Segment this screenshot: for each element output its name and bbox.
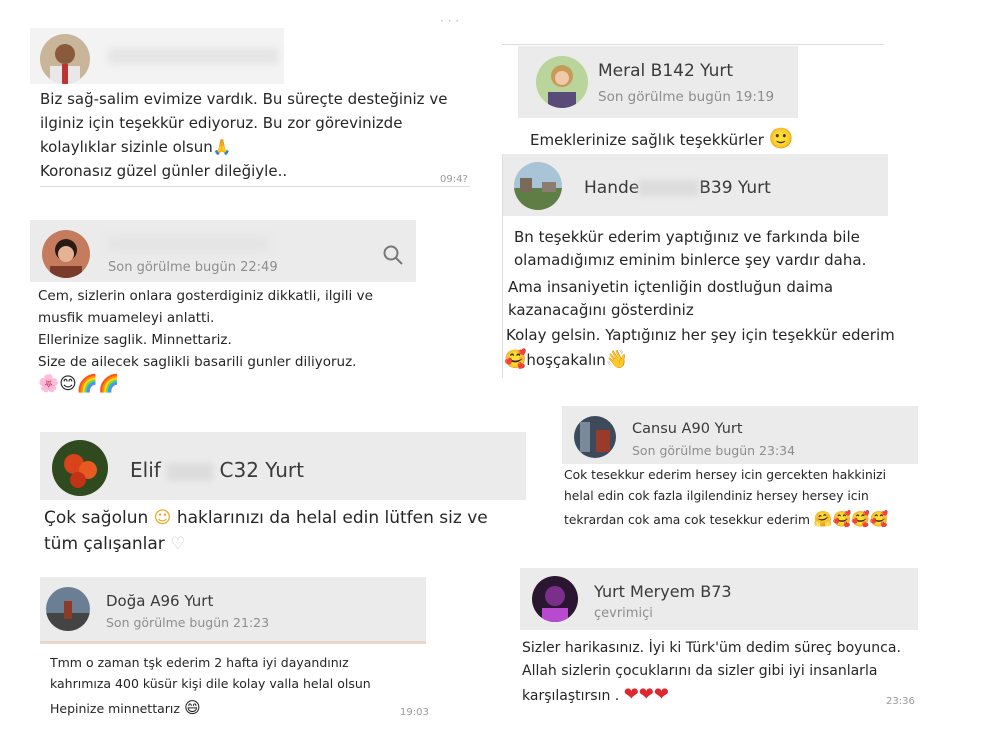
chat-screenshot-5: Meral B142 Yurt Son görülme bugün 19:19 … bbox=[502, 44, 884, 154]
contact-first-name: Elif bbox=[130, 458, 161, 482]
white-heart-emoji: ♡ bbox=[170, 534, 186, 554]
message-line: Sizler harikasınız. İyi ki Türk'üm dedim… bbox=[522, 640, 901, 656]
header-underline bbox=[40, 641, 426, 644]
last-seen-status: Son görülme bugün 23:34 bbox=[632, 443, 796, 458]
waving-hand-emoji: 👋 bbox=[605, 349, 629, 370]
contact-name: Yurt Meryem B73 bbox=[594, 582, 732, 601]
message-line: Ellerinize saglik. Minnettariz. bbox=[38, 332, 232, 348]
message-text: kolaylıklar sizinle olsun bbox=[40, 138, 213, 156]
message-line: Tmm o zaman tşk ederim 2 hafta iyi dayan… bbox=[50, 655, 349, 670]
message-line: Kolay gelsin. Yaptığınız her şey için te… bbox=[506, 326, 895, 344]
message-text: haklarınızı da helal edin lütfen siz ve bbox=[176, 508, 488, 528]
message-time: 19:03 bbox=[400, 707, 429, 718]
avatar[interactable] bbox=[46, 587, 90, 631]
contact-name: Meral B142 Yurt bbox=[598, 61, 734, 81]
message-line: Cem, sizlerin onlara gosterdiginiz dikka… bbox=[38, 288, 373, 304]
message-line: olamadığımız eminim binlerce şey vardır … bbox=[514, 251, 867, 269]
praying-hands-emoji: 🙏 bbox=[212, 138, 232, 156]
left-border bbox=[502, 154, 503, 378]
message-line: helal edin cok fazla ilgilendiniz hersey… bbox=[564, 489, 869, 503]
emoji-row: 🌸😊🌈🌈 bbox=[38, 374, 120, 394]
message-line: Çok sağolun ☺ haklarınızı da helal edin … bbox=[44, 508, 488, 528]
divider bbox=[40, 186, 470, 187]
online-status: çevrimiçi bbox=[594, 606, 653, 621]
message-line: Size de ailecek saglikli basarili gunler… bbox=[38, 354, 357, 370]
message-text: Çok sağolun bbox=[44, 508, 149, 528]
message-line: 🥰hoşçakalın👋 bbox=[504, 349, 628, 370]
message-text: tekrardan cok ama cok tesekkur ederim bbox=[564, 513, 810, 527]
message-text: Emeklerinize sağlık teşekkürler bbox=[530, 131, 764, 149]
last-seen-status: Son görülme bugün 19:19 bbox=[598, 89, 775, 105]
message-line: Ama insaniyetin içtenliğin dostluğun dai… bbox=[508, 278, 834, 296]
redacted-surname bbox=[167, 462, 214, 481]
smiling-face-with-hearts-emoji: 🥰 bbox=[504, 349, 527, 370]
avatar[interactable] bbox=[40, 34, 90, 84]
message-line: tüm çalışanlar ♡ bbox=[44, 534, 185, 554]
contact-name: Elif C32 Yurt bbox=[130, 458, 304, 482]
message-line: Allah sizlerin çocuklarını da sizler gib… bbox=[522, 663, 878, 679]
hugging-face-emoji-row: 🤗🥰🥰🥰 bbox=[813, 510, 889, 528]
chat-screenshot-1: Biz sağ-salim evimize vardık. Bu süreçte… bbox=[30, 28, 470, 188]
chat-screenshot-3: Elif C32 Yurt Çok sağolun ☺ haklarınızı … bbox=[40, 430, 532, 562]
contact-first-name: Hande bbox=[584, 178, 640, 198]
avatar[interactable] bbox=[536, 56, 588, 108]
chat-screenshot-7: Cansu A90 Yurt Son görülme bugün 23:34 C… bbox=[562, 406, 920, 534]
top-border bbox=[502, 44, 884, 45]
smiling-face-emoji: ☺ bbox=[153, 508, 172, 528]
message-line: Hepinize minnettarız 😄 bbox=[50, 698, 201, 717]
last-seen-status: Son görülme bugün 22:49 bbox=[108, 260, 278, 275]
message-line: kazanacağını gösterdiniz bbox=[508, 301, 694, 319]
redacted-phone bbox=[108, 48, 278, 64]
chat-screenshot-8: Yurt Meryem B73 çevrimiçi Sizler harikas… bbox=[520, 568, 920, 718]
message-line: kahrımıza 400 küsür kişi dile kolay vall… bbox=[50, 676, 371, 691]
message-line: ilginiz için teşekkür ediyoruz. Bu zor g… bbox=[40, 114, 403, 132]
message-time: 09:4? bbox=[440, 174, 468, 185]
message-text: tüm çalışanlar bbox=[44, 534, 165, 554]
contact-name: Doğa A96 Yurt bbox=[106, 592, 214, 610]
contact-name: Cansu A90 Yurt bbox=[632, 421, 743, 437]
chat-header bbox=[40, 577, 426, 643]
redacted-phone bbox=[108, 236, 268, 252]
message-time: 23:36 bbox=[886, 696, 915, 707]
avatar[interactable] bbox=[574, 416, 616, 458]
message-text: karşılaştırsın . bbox=[522, 688, 620, 704]
message-line: Biz sağ-salim evimize vardık. Bu süreçte… bbox=[40, 90, 448, 108]
contact-room: C32 Yurt bbox=[219, 458, 304, 482]
contact-name: Hande B39 Yurt bbox=[584, 178, 771, 198]
avatar[interactable] bbox=[514, 162, 562, 210]
redacted-surname bbox=[639, 180, 700, 196]
last-seen-status: Son görülme bugün 21:23 bbox=[106, 615, 270, 630]
message-text: Hepinize minnettarız bbox=[50, 701, 180, 716]
message-line: Emeklerinize sağlık teşekkürler 🙂 bbox=[530, 126, 794, 150]
avatar[interactable] bbox=[42, 230, 90, 278]
search-icon[interactable] bbox=[382, 244, 404, 266]
red-hearts-emoji: ❤❤❤ bbox=[623, 684, 669, 705]
avatar[interactable] bbox=[532, 576, 578, 622]
message-line: kolaylıklar sizinle olsun🙏 bbox=[40, 138, 231, 156]
message-line: karşılaştırsın . ❤❤❤ bbox=[522, 684, 669, 705]
message-line: musfik muameleyi anlatti. bbox=[38, 310, 215, 326]
top-dots: · · · bbox=[440, 14, 460, 28]
avatar[interactable] bbox=[52, 440, 108, 496]
chat-screenshot-4: Doğa A96 Yurt Son görülme bugün 21:23 Tm… bbox=[40, 577, 432, 722]
slightly-smiling-face-emoji: 🙂 bbox=[768, 126, 794, 150]
chat-screenshot-6: Hande B39 Yurt Bn teşekkür ederim yaptığı… bbox=[502, 154, 902, 378]
chat-screenshot-2: Son görülme bugün 22:49 Cem, sizlerin on… bbox=[30, 218, 428, 400]
message-line: tekrardan cok ama cok tesekkur ederim 🤗🥰… bbox=[564, 510, 889, 528]
message-text: hoşçakalın bbox=[526, 351, 606, 369]
message-line: Cok tesekkur ederim hersey icin gercekte… bbox=[564, 468, 887, 482]
message-line: Bn teşekkür ederim yaptığınız ve farkınd… bbox=[514, 228, 860, 246]
contact-room: B39 Yurt bbox=[699, 178, 771, 198]
message-line: Koronasız güzel günler dileğiyle.. bbox=[40, 162, 288, 180]
grinning-face-emoji: 😄 bbox=[183, 698, 201, 717]
